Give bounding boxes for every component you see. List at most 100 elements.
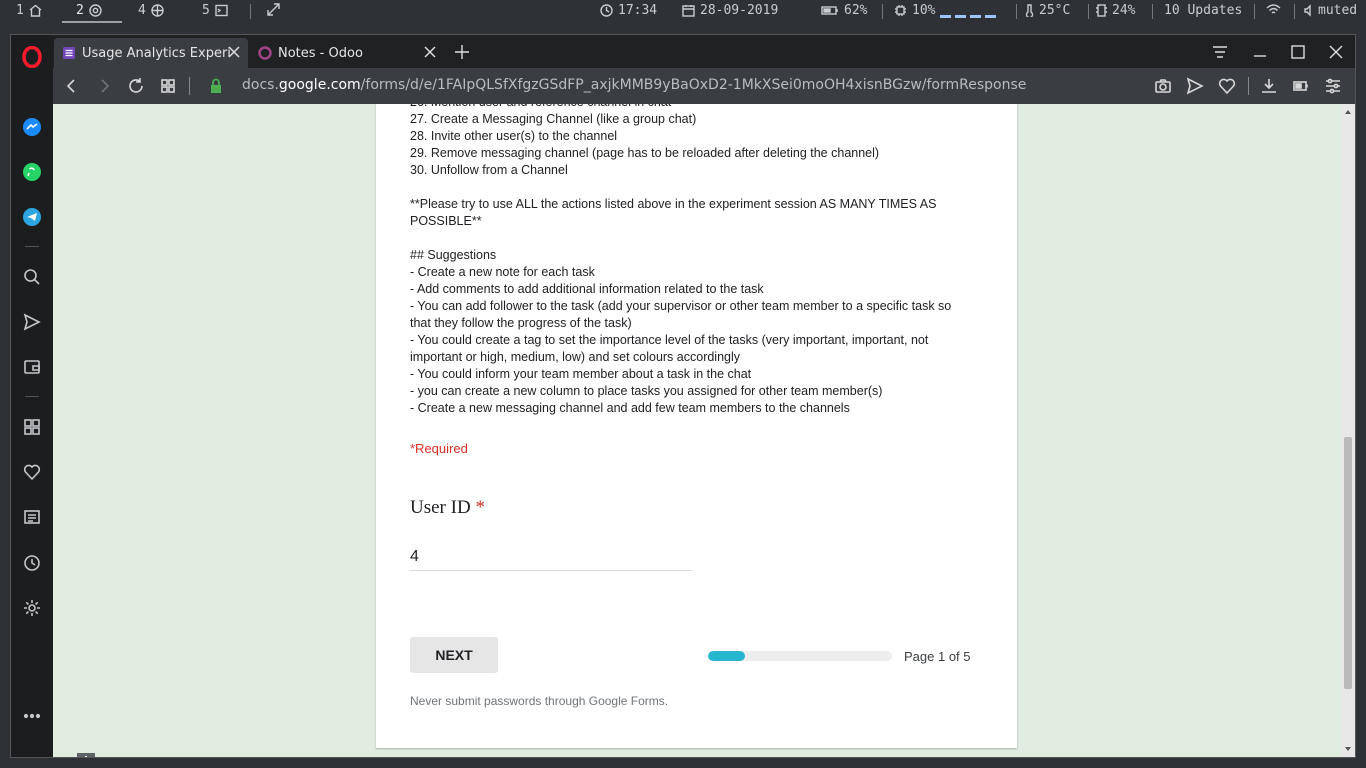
wifi[interactable] xyxy=(1266,3,1281,16)
battery-saver-button[interactable] xyxy=(1292,77,1310,95)
lock-icon xyxy=(211,78,221,93)
updates[interactable]: 10 Updates xyxy=(1164,3,1242,18)
browser-window: Usage Analytics Experiment Notes - Odoo xyxy=(10,34,1356,758)
more-dots-icon xyxy=(23,713,41,719)
maximize-button[interactable] xyxy=(1289,43,1307,61)
temperature-text: 25°C xyxy=(1039,3,1071,18)
secure-indicator[interactable] xyxy=(207,77,225,95)
wallet-button[interactable] xyxy=(20,355,44,379)
close-window-button[interactable] xyxy=(1327,43,1345,61)
bookmarks-button[interactable] xyxy=(20,460,44,484)
memory-icon xyxy=(1096,4,1107,17)
wallet-icon xyxy=(24,360,40,374)
back-button[interactable] xyxy=(63,77,81,95)
speed-dial-button[interactable] xyxy=(20,415,44,439)
history-button[interactable] xyxy=(20,551,44,575)
report-problem-button[interactable] xyxy=(75,751,97,757)
opera-menu-button[interactable] xyxy=(20,45,44,69)
description-line: 28. Invite other user(s) to the channel xyxy=(410,129,618,143)
divider xyxy=(250,4,251,19)
description-line: - Create a new messaging channel and add… xyxy=(410,401,850,415)
scroll-down-icon[interactable] xyxy=(1344,745,1352,753)
description-line xyxy=(410,179,990,196)
whatsapp-icon xyxy=(23,163,41,181)
odoo-icon xyxy=(258,46,272,60)
volume[interactable]: muted xyxy=(1304,3,1357,18)
wifi-icon xyxy=(1266,4,1281,14)
tab-usage-analytics[interactable]: Usage Analytics Experiment xyxy=(54,38,248,68)
url-field[interactable]: docs.google.com/forms/d/e/1FAIpQLSfXfgzG… xyxy=(242,77,1026,93)
fullscreen-toggle[interactable] xyxy=(267,3,280,16)
description-line: - You could create a tag to set the impo… xyxy=(410,333,929,347)
settings-button[interactable] xyxy=(20,596,44,620)
scroll-up-icon[interactable] xyxy=(1344,108,1352,116)
required-star: * xyxy=(475,497,485,518)
clock: 17:34 xyxy=(600,3,657,18)
question-title: User ID xyxy=(410,497,471,518)
system-status-bar: 1 2 4 5 17:34 28-09-2019 62% 10% 25°C 24… xyxy=(0,0,1366,24)
workspace-number: 1 xyxy=(16,3,24,18)
downloads-button[interactable] xyxy=(1260,77,1278,95)
more-button[interactable] xyxy=(20,704,44,728)
news-button[interactable] xyxy=(20,505,44,529)
chevron-right-icon xyxy=(101,79,110,93)
thermometer-icon xyxy=(1025,4,1034,17)
flow-button[interactable] xyxy=(20,310,44,334)
messenger-button[interactable] xyxy=(20,115,44,139)
cpu-graph xyxy=(940,4,997,18)
temperature: 25°C xyxy=(1025,3,1070,18)
search-icon xyxy=(24,269,40,285)
tab-close-button[interactable] xyxy=(226,44,242,60)
bookmark-page-button[interactable] xyxy=(1218,77,1236,95)
workspace-4[interactable]: 4 xyxy=(138,3,164,18)
home-icon xyxy=(29,4,42,17)
clock-icon xyxy=(24,555,40,571)
easy-setup-button[interactable] xyxy=(1324,77,1342,95)
reload-button[interactable] xyxy=(127,77,145,95)
heart-icon xyxy=(1218,78,1236,95)
date: 28-09-2019 xyxy=(682,3,778,18)
globe-icon xyxy=(151,4,164,17)
forward-button[interactable] xyxy=(95,77,113,95)
workspace-5[interactable]: 5 xyxy=(202,3,228,18)
send-to-flow-button[interactable] xyxy=(1186,77,1204,95)
battery-icon xyxy=(1293,81,1308,91)
opera-logo-icon xyxy=(22,46,42,68)
user-id-input[interactable] xyxy=(410,543,692,571)
minimize-button[interactable] xyxy=(1251,43,1269,61)
whatsapp-button[interactable] xyxy=(20,160,44,184)
plus-icon xyxy=(455,45,469,59)
calendar-icon xyxy=(682,5,695,17)
url-prefix: docs. xyxy=(242,77,279,93)
send-icon xyxy=(23,313,41,331)
browser-sidebar xyxy=(11,35,53,757)
workspace-2[interactable]: 2 xyxy=(76,3,102,18)
tab-menu-button[interactable] xyxy=(1211,43,1229,61)
divider xyxy=(1294,4,1295,19)
heart-icon xyxy=(23,464,41,481)
page-scrollbar[interactable] xyxy=(1341,104,1355,757)
workspace-1[interactable]: 1 xyxy=(16,3,42,18)
snapshot-button[interactable] xyxy=(1154,77,1172,95)
search-button[interactable] xyxy=(20,265,44,289)
description-line: - you can create a new column to place t… xyxy=(410,384,883,398)
workspace-number: 5 xyxy=(202,3,210,18)
tab-notes-odoo[interactable]: Notes - Odoo xyxy=(250,38,444,68)
google-forms-icon xyxy=(63,47,75,59)
next-button[interactable]: NEXT xyxy=(410,637,498,673)
tab-title: Usage Analytics Experiment xyxy=(82,45,230,61)
new-tab-button[interactable] xyxy=(453,43,471,61)
tab-close-button[interactable] xyxy=(422,44,438,60)
chrome-icon xyxy=(89,4,102,17)
sidebar-divider xyxy=(25,246,39,247)
tabs-overview-button[interactable] xyxy=(159,77,177,95)
telegram-button[interactable] xyxy=(20,205,44,229)
cpu: 10% xyxy=(894,3,997,18)
reload-icon xyxy=(129,78,143,93)
form-description: 26. Mention user and reference channel i… xyxy=(410,104,990,417)
scrollbar-thumb[interactable] xyxy=(1344,437,1352,689)
download-icon xyxy=(1262,79,1276,93)
time-text: 17:34 xyxy=(618,3,658,18)
date-text: 28-09-2019 xyxy=(700,3,779,18)
description-line xyxy=(410,230,990,247)
